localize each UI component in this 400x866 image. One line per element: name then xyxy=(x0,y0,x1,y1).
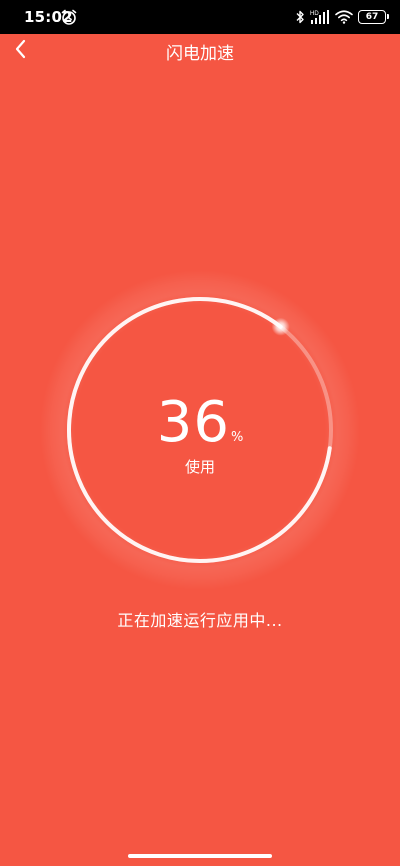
signal-icon: HD xyxy=(310,10,329,24)
status-icons: HD 67 xyxy=(295,8,389,26)
home-indicator xyxy=(128,854,272,858)
header: 闪电加速 xyxy=(0,34,400,64)
gauge-progress-dot xyxy=(271,317,290,336)
status-bar: 15:02 HD 67 xyxy=(0,0,400,34)
battery-level: 67 xyxy=(365,11,379,22)
usage-percent: 36 xyxy=(156,390,230,455)
battery-tip xyxy=(387,14,389,19)
wifi-icon xyxy=(335,10,353,24)
percent-unit: % xyxy=(230,430,244,445)
alarm-icon xyxy=(61,9,77,25)
page-title: 闪电加速 xyxy=(166,44,234,64)
svg-text:HD: HD xyxy=(310,11,319,17)
battery-icon: 67 xyxy=(358,10,389,24)
acceleration-status: 正在加速运行应用中... xyxy=(117,611,283,630)
gauge-value: 36% xyxy=(40,390,360,455)
usage-gauge: 36% 使用 xyxy=(40,270,360,590)
usage-label: 使用 xyxy=(184,458,215,476)
bluetooth-icon xyxy=(296,10,304,24)
